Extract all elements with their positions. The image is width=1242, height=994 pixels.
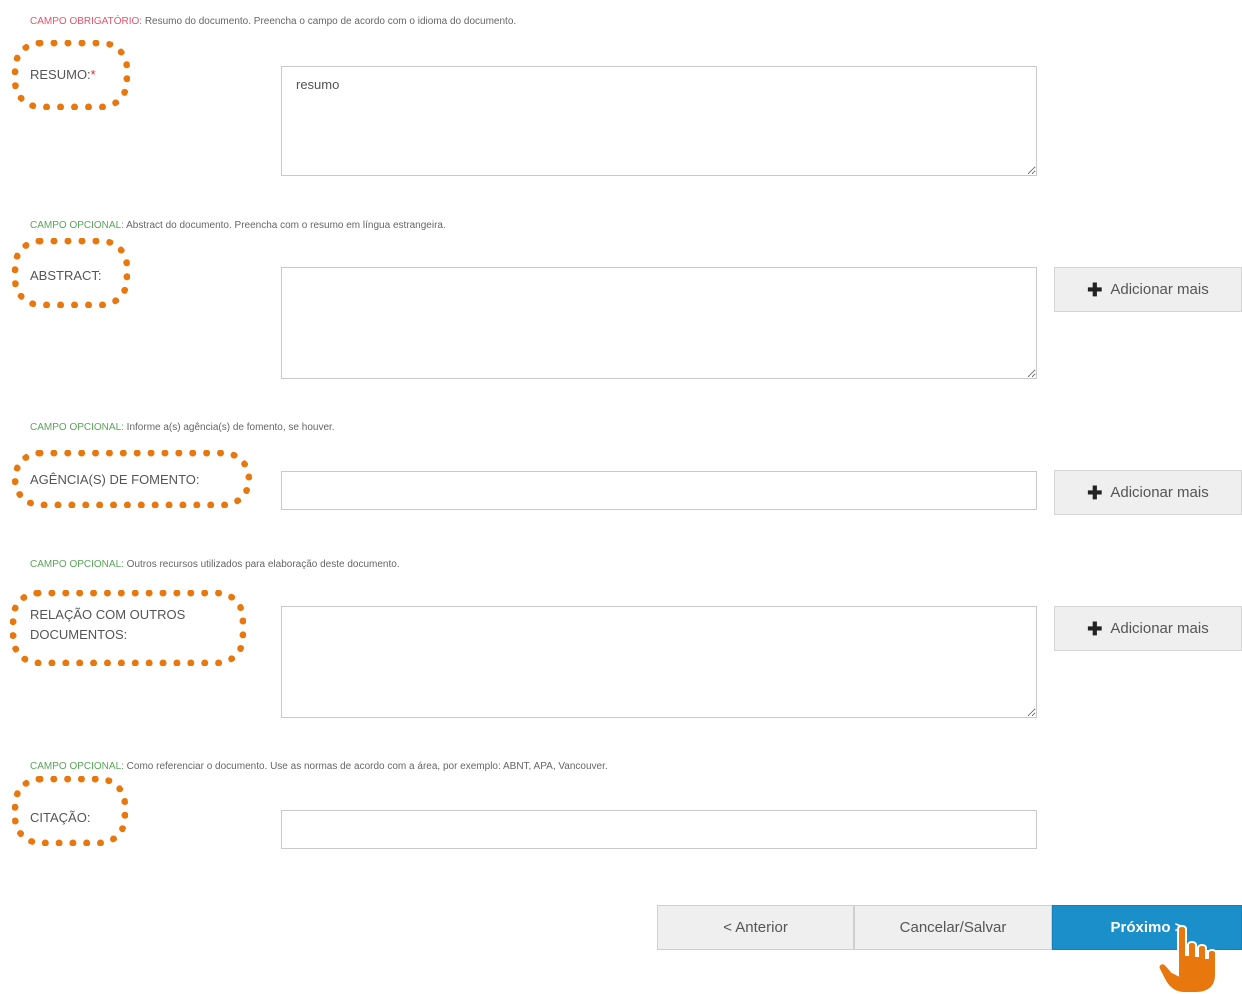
- optional-tag: CAMPO OPCIONAL:: [30, 761, 124, 772]
- add-more-relacao-button[interactable]: ✚ Adicionar mais: [1054, 606, 1242, 651]
- citacao-label: CITAÇÃO:: [30, 810, 91, 825]
- agencias-label: AGÊNCIA(S) DE FOMENTO:: [30, 472, 200, 487]
- add-more-agencias-button[interactable]: ✚ Adicionar mais: [1054, 470, 1242, 515]
- citacao-hint: CAMPO OPCIONAL: Como referenciar o docum…: [30, 761, 608, 772]
- agencias-hint: CAMPO OPCIONAL: Informe a(s) agência(s) …: [30, 422, 335, 433]
- relacao-label: RELAÇÃO COM OUTROS DOCUMENTOS:: [30, 607, 186, 642]
- relacao-hint: CAMPO OPCIONAL: Outros recursos utilizad…: [30, 559, 400, 570]
- add-more-label: Adicionar mais: [1110, 281, 1209, 298]
- resumo-textarea[interactable]: resumo: [281, 66, 1037, 176]
- required-star: *: [90, 67, 96, 82]
- relacao-textarea[interactable]: [281, 606, 1037, 718]
- add-more-abstract-button[interactable]: ✚ Adicionar mais: [1054, 267, 1242, 312]
- citacao-input[interactable]: [281, 810, 1037, 849]
- resumo-hint: CAMPO OBRIGATÓRIO: Resumo do documento. …: [30, 16, 517, 27]
- plus-icon: ✚: [1087, 279, 1103, 300]
- plus-icon: ✚: [1087, 618, 1103, 639]
- previous-button[interactable]: < Anterior: [657, 905, 854, 950]
- resumo-label: RESUMO:*: [30, 67, 96, 82]
- abstract-label: ABSTRACT:: [30, 268, 102, 283]
- add-more-label: Adicionar mais: [1110, 484, 1209, 501]
- optional-tag: CAMPO OPCIONAL:: [30, 559, 124, 570]
- abstract-textarea[interactable]: [281, 267, 1037, 379]
- add-more-label: Adicionar mais: [1110, 620, 1209, 637]
- plus-icon: ✚: [1087, 482, 1103, 503]
- abstract-hint: CAMPO OPCIONAL: Abstract do documento. P…: [30, 220, 446, 231]
- agencias-input[interactable]: [281, 471, 1037, 510]
- required-tag: CAMPO OBRIGATÓRIO:: [30, 16, 143, 27]
- cancel-save-button[interactable]: Cancelar/Salvar: [854, 905, 1052, 950]
- optional-tag: CAMPO OPCIONAL:: [30, 220, 124, 231]
- optional-tag: CAMPO OPCIONAL:: [30, 422, 124, 433]
- hand-pointer-icon: [1158, 925, 1217, 994]
